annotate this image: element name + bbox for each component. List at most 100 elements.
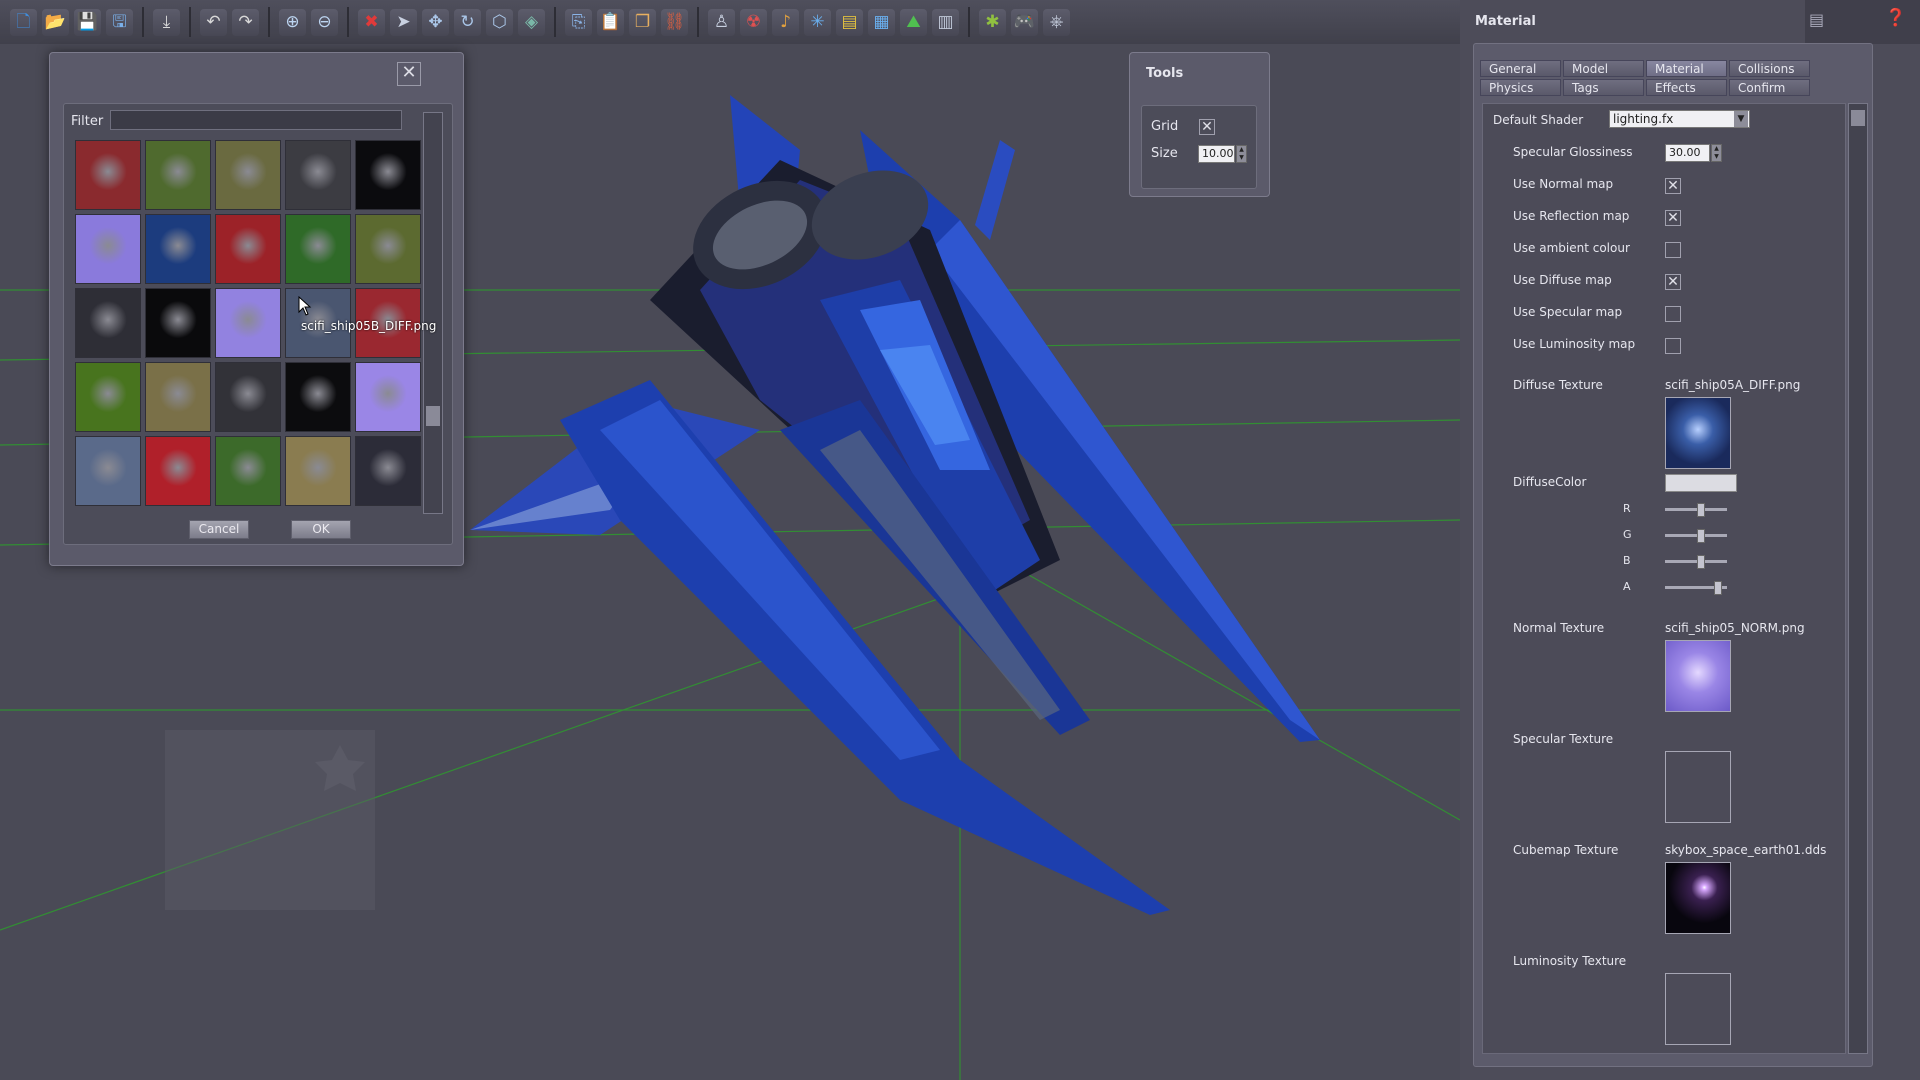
thumb-red-ship-b[interactable]	[215, 214, 281, 284]
thumb-tan-ship[interactable]	[145, 362, 211, 432]
tab-general[interactable]: General	[1480, 60, 1561, 77]
specular-texture-slot[interactable]	[1665, 751, 1731, 823]
luminosity-texture-slot[interactable]	[1665, 973, 1731, 1045]
slider-handle[interactable]	[1714, 581, 1723, 595]
particles-icon[interactable]: ✳	[804, 8, 831, 36]
tab-effects[interactable]: Effects	[1646, 79, 1727, 96]
specular-glossiness-input[interactable]: 30.00	[1665, 144, 1710, 162]
panel-title: Material	[1475, 14, 1536, 29]
panel-menu-icon[interactable]: ▤	[1809, 10, 1824, 29]
scale-icon[interactable]: ⬡	[486, 8, 513, 36]
debug-bug-icon[interactable]: ✱	[979, 8, 1006, 36]
thumb-black-mask[interactable]	[145, 288, 211, 358]
tab-confirm[interactable]: Confirm	[1729, 79, 1810, 96]
default-shader-select[interactable]: lighting.fx	[1609, 110, 1750, 128]
slider-handle[interactable]	[1696, 529, 1705, 543]
thumb-grey-ship[interactable]	[285, 140, 351, 210]
zoom-out-icon[interactable]: ⊖	[311, 8, 338, 36]
rotate-icon[interactable]: ↻	[454, 8, 481, 36]
thumb-olive-ship-b[interactable]	[355, 214, 421, 284]
help-icon[interactable]: ❓	[1885, 8, 1906, 28]
thumbnail-scrollbar[interactable]	[423, 112, 443, 514]
thumb-dark-ship-c[interactable]	[355, 436, 421, 506]
thumb-black-lights[interactable]	[355, 140, 421, 210]
properties-scrollbar[interactable]	[1848, 103, 1868, 1054]
copy-icon[interactable]: ⎘	[565, 8, 592, 36]
tab-tags[interactable]: Tags	[1563, 79, 1644, 96]
filter-label: Filter	[71, 114, 104, 129]
thumb-normal-map-b[interactable]	[215, 288, 281, 358]
tab-model[interactable]: Model	[1563, 60, 1644, 77]
map-toggle-checkbox[interactable]: ✕	[1665, 274, 1681, 290]
filter-input[interactable]	[110, 110, 402, 130]
save-icon[interactable]: 💾	[74, 8, 101, 36]
cubemap-texture-slot[interactable]	[1665, 862, 1731, 934]
specular-glossiness-spinner[interactable]: ▲ ▼	[1711, 144, 1722, 162]
diffuse-texture-slot[interactable]	[1665, 397, 1731, 469]
map-toggle-label: Use Specular map	[1513, 305, 1623, 319]
cancel-button[interactable]: Cancel	[189, 520, 249, 539]
enemy-icon[interactable]: ☢	[740, 8, 767, 36]
grid-checkbox[interactable]: ✕	[1199, 119, 1215, 135]
front-end-icon[interactable]: ▤	[836, 8, 863, 36]
scrollbar-thumb[interactable]	[1851, 110, 1865, 126]
move-icon[interactable]: ✥	[422, 8, 449, 36]
import-icon[interactable]: ⤓	[153, 8, 180, 36]
normal-texture-label: Normal Texture	[1513, 621, 1605, 635]
thumb-normal-map-c[interactable]	[355, 362, 421, 432]
tab-collisions[interactable]: Collisions	[1729, 60, 1810, 77]
thumb-green-ship-d[interactable]	[215, 436, 281, 506]
terrain-icon[interactable]: ⛰	[900, 8, 927, 36]
character-icon[interactable]: ♙	[708, 8, 735, 36]
link-icon[interactable]: ⛓	[661, 8, 688, 36]
grid-size-input[interactable]: 10.00	[1198, 145, 1235, 163]
duplicate-icon[interactable]: ❐	[629, 8, 656, 36]
map-toggle-checkbox[interactable]	[1665, 306, 1681, 322]
thumb-olive-ship[interactable]	[215, 140, 281, 210]
map-toggle-checkbox[interactable]: ✕	[1665, 210, 1681, 226]
thumb-dark-ship[interactable]	[75, 288, 141, 358]
select-arrow-icon[interactable]: ➤	[390, 8, 417, 36]
grid-size-spinner[interactable]: ▲ ▼	[1236, 145, 1247, 163]
gamepad-icon[interactable]: ⎈	[1043, 8, 1070, 36]
thumb-blue-ship[interactable]	[145, 214, 211, 284]
window-icon[interactable]: ▦	[868, 8, 895, 36]
scrollbar-thumb[interactable]	[426, 406, 440, 426]
tab-material[interactable]: Material	[1646, 60, 1727, 77]
close-icon[interactable]: ✕	[397, 62, 421, 86]
ok-button[interactable]: OK	[291, 520, 351, 539]
thumb-green-ship[interactable]	[145, 140, 211, 210]
thumb-green-ship-b[interactable]	[285, 214, 351, 284]
redo-icon[interactable]: ↷	[232, 8, 259, 36]
map-toggle-checkbox[interactable]	[1665, 242, 1681, 258]
thumb-dark-ship-b[interactable]	[215, 362, 281, 432]
thumb-silver-ship[interactable]	[75, 436, 141, 506]
thumb-black-mask-b[interactable]	[285, 362, 351, 432]
thumb-green-ship-c[interactable]	[75, 362, 141, 432]
map-toggle-checkbox[interactable]: ✕	[1665, 178, 1681, 194]
toolbar-separator	[697, 7, 699, 37]
slider-handle[interactable]	[1696, 503, 1705, 517]
undo-icon[interactable]: ↶	[200, 8, 227, 36]
map-toggle-label: Use Diffuse map	[1513, 273, 1612, 287]
zoom-in-icon[interactable]: ⊕	[279, 8, 306, 36]
delete-icon[interactable]: ✖	[358, 8, 385, 36]
specular-texture-label: Specular Texture	[1513, 732, 1614, 746]
thumb-tan-ship-b[interactable]	[285, 436, 351, 506]
thumb-normal-map[interactable]	[75, 214, 141, 284]
snap-icon[interactable]: ◈	[518, 8, 545, 36]
normal-texture-slot[interactable]	[1665, 640, 1731, 712]
thumb-red-ship[interactable]	[75, 140, 141, 210]
new-file-icon[interactable]: 🗋	[10, 8, 37, 36]
diffuse-color-swatch[interactable]	[1665, 474, 1737, 492]
thumb-red-ship-c[interactable]	[145, 436, 211, 506]
play-game-icon[interactable]: 🎮	[1011, 8, 1038, 36]
layout-icon[interactable]: ▥	[932, 8, 959, 36]
sound-icon[interactable]: ♪	[772, 8, 799, 36]
tab-physics[interactable]: Physics	[1480, 79, 1561, 96]
save-as-icon[interactable]: 🖫	[106, 8, 133, 36]
map-toggle-checkbox[interactable]	[1665, 338, 1681, 354]
open-folder-icon[interactable]: 📂	[42, 8, 69, 36]
paste-icon[interactable]: 📋	[597, 8, 624, 36]
slider-handle[interactable]	[1696, 555, 1705, 569]
